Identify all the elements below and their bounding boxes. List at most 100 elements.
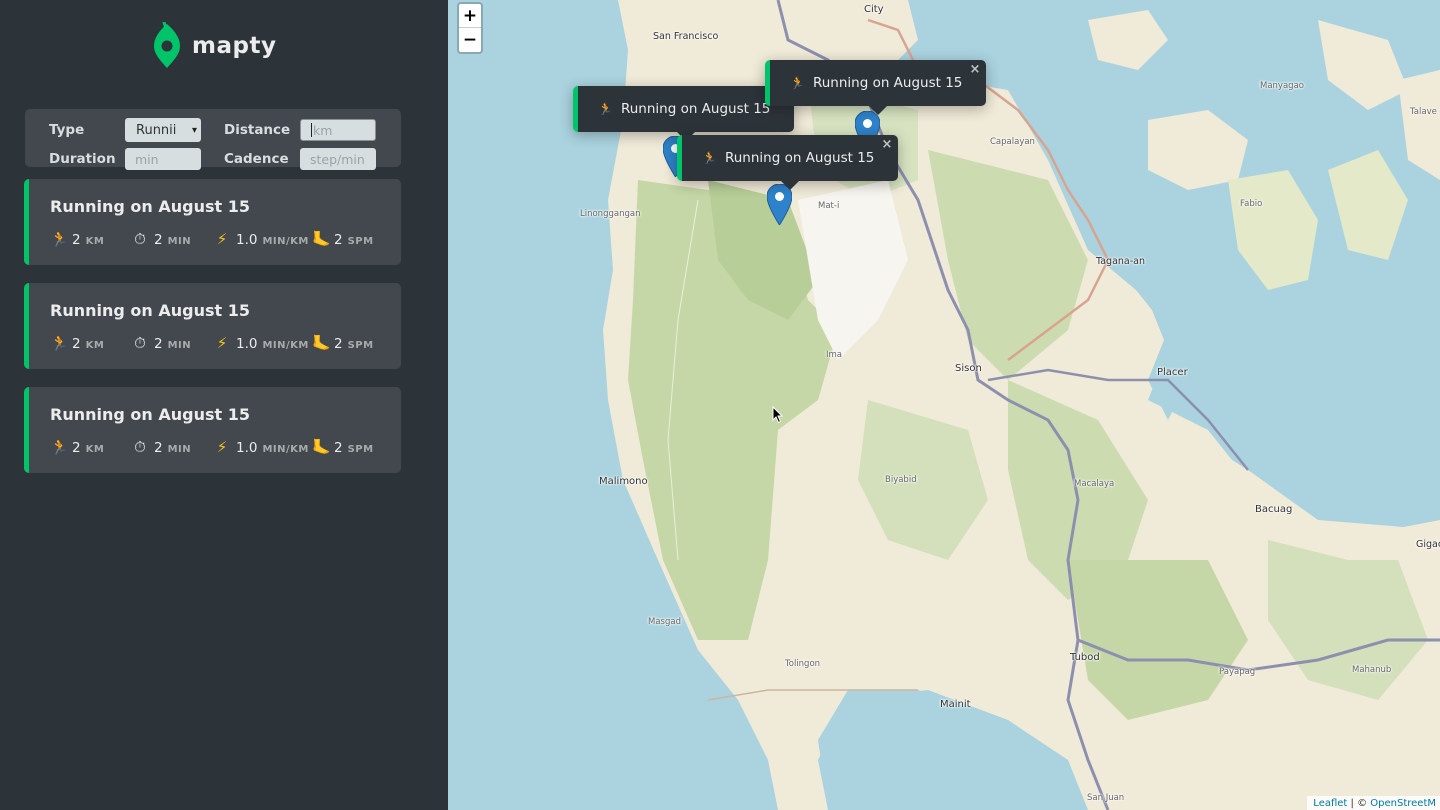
distance-value: 2 (72, 232, 81, 248)
form-row-cadence: Cadence step/min (224, 148, 376, 170)
pace-value: 1.0 (236, 336, 258, 352)
attribution-separator: | © (1347, 797, 1371, 809)
form-row-type: Type Runnii ▾ (49, 118, 201, 142)
type-select-value: Runnii (136, 122, 177, 138)
workout-details: 🏃 2 KM ⏱ 2 MIN ⚡ 1.0 MIN/KM 🦶 2 SPM (50, 230, 382, 248)
duration-placeholder: min (135, 151, 159, 167)
place-label: City (864, 4, 884, 15)
workout-duration: ⏱ 2 MIN (132, 230, 214, 248)
logo: mapty (152, 22, 276, 70)
place-label: Linonggangan (580, 209, 641, 219)
workout-title: Running on August 15 (50, 405, 250, 424)
runner-icon: 🏃 (50, 230, 69, 248)
runner-icon: 🏃 (50, 334, 69, 352)
foot-icon: 🦶 (312, 438, 331, 456)
cadence-value: 2 (334, 336, 343, 352)
sidebar: mapty Type Runnii ▾ Distance km Duration… (0, 0, 448, 810)
cadence-input[interactable]: step/min (300, 148, 376, 170)
pace-unit: MIN/KM (262, 340, 309, 351)
place-label: Mat-i (818, 201, 840, 211)
runner-icon: 🏃 (598, 102, 613, 116)
workout-item[interactable]: Running on August 15 🏃 2 KM ⏱ 2 MIN ⚡ 1.0 MIN/… (24, 179, 401, 265)
cadence-value: 2 (334, 232, 343, 248)
popup-text: Running on August 15 (620, 101, 771, 117)
workout-cadence: 🦶 2 SPM (312, 438, 382, 456)
zoom-in-button[interactable]: + (459, 4, 481, 28)
foot-icon: 🦶 (312, 334, 331, 352)
place-label: Placer (1157, 367, 1188, 378)
osm-link[interactable]: OpenStreetM (1370, 798, 1436, 809)
place-label: Manyagao (1260, 81, 1304, 91)
distance-unit: KM (85, 444, 105, 455)
runner-icon: 🏃 (790, 76, 805, 90)
workout-pace: ⚡ 1.0 MIN/KM (214, 230, 312, 248)
place-label: Tolingon (785, 659, 821, 669)
distance-input[interactable]: km (300, 119, 376, 141)
map-marker-icon[interactable] (767, 184, 792, 225)
popup-text: Running on August 15 (724, 150, 875, 166)
duration-value: 2 (154, 232, 163, 248)
duration-unit: MIN (167, 236, 192, 247)
lightning-icon: ⚡ (216, 334, 228, 352)
workout-pace: ⚡ 1.0 MIN/KM (214, 334, 312, 352)
distance-value: 2 (72, 440, 81, 456)
workout-cadence: 🦶 2 SPM (312, 334, 382, 352)
duration-unit: MIN (167, 444, 192, 455)
map[interactable]: City San Francisco Manyagao Talave Capal… (448, 0, 1440, 810)
cadence-value: 2 (334, 440, 343, 456)
zoom-control: + − (457, 2, 483, 54)
place-label: San Francisco (653, 31, 719, 42)
distance-value: 2 (72, 336, 81, 352)
place-label: Fabio (1240, 199, 1263, 209)
leaflet-link[interactable]: Leaflet (1313, 798, 1347, 809)
cadence-label: Cadence (224, 151, 289, 167)
workout-item[interactable]: Running on August 15 🏃 2 KM ⏱ 2 MIN ⚡ 1.0 MIN/… (24, 283, 401, 369)
place-label: Masgad (648, 617, 681, 627)
stopwatch-icon: ⏱ (134, 438, 146, 456)
place-label: Talave (1410, 107, 1437, 117)
cadence-placeholder: step/min (310, 151, 365, 167)
mouse-cursor-icon (772, 406, 784, 424)
pace-unit: MIN/KM (262, 236, 309, 247)
distance-unit: KM (85, 340, 105, 351)
type-select[interactable]: Runnii ▾ (125, 118, 201, 142)
close-icon[interactable]: × (881, 137, 892, 152)
duration-input[interactable]: min (125, 148, 201, 170)
workout-duration: ⏱ 2 MIN (132, 334, 214, 352)
workout-form: Type Runnii ▾ Distance km Duration min C… (25, 109, 401, 170)
runner-icon: 🏃 (702, 151, 717, 165)
workout-cadence: 🦶 2 SPM (312, 230, 382, 248)
foot-icon: 🦶 (312, 230, 331, 248)
pace-value: 1.0 (236, 440, 258, 456)
form-row-distance: Distance km (224, 119, 376, 141)
workout-distance: 🏃 2 KM (50, 438, 132, 456)
cadence-unit: SPM (347, 340, 374, 351)
place-label: Sison (955, 363, 982, 374)
pace-unit: MIN/KM (262, 444, 309, 455)
workout-item[interactable]: Running on August 15 🏃 2 KM ⏱ 2 MIN ⚡ 1.0 MIN/… (24, 387, 401, 473)
workout-details: 🏃 2 KM ⏱ 2 MIN ⚡ 1.0 MIN/KM 🦶 2 SPM (50, 438, 382, 456)
workout-popup[interactable]: 🏃 Running on August 15 × (677, 135, 899, 190)
workout-distance: 🏃 2 KM (50, 334, 132, 352)
popup-tip (869, 106, 888, 115)
cadence-unit: SPM (347, 236, 374, 247)
close-icon[interactable]: × (969, 62, 980, 77)
place-label: Bacuag (1255, 504, 1293, 515)
duration-unit: MIN (167, 340, 192, 351)
workout-pace: ⚡ 1.0 MIN/KM (214, 438, 312, 456)
zoom-out-button[interactable]: − (459, 28, 481, 52)
type-label: Type (49, 122, 85, 138)
form-row-duration: Duration min (49, 148, 201, 170)
place-label: Tagana-an (1096, 256, 1146, 267)
lightning-icon: ⚡ (216, 438, 228, 456)
duration-value: 2 (154, 440, 163, 456)
stopwatch-icon: ⏱ (134, 334, 146, 352)
place-label: Capalayan (990, 137, 1035, 147)
distance-unit: KM (85, 236, 105, 247)
workout-popup[interactable]: 🏃 Running on August 15 × (573, 86, 795, 141)
runner-icon: 🏃 (50, 438, 69, 456)
brand-name: mapty (192, 33, 277, 59)
workout-distance: 🏃 2 KM (50, 230, 132, 248)
workout-popup[interactable]: 🏃 Running on August 15 × (765, 60, 987, 115)
distance-label: Distance (224, 122, 291, 138)
